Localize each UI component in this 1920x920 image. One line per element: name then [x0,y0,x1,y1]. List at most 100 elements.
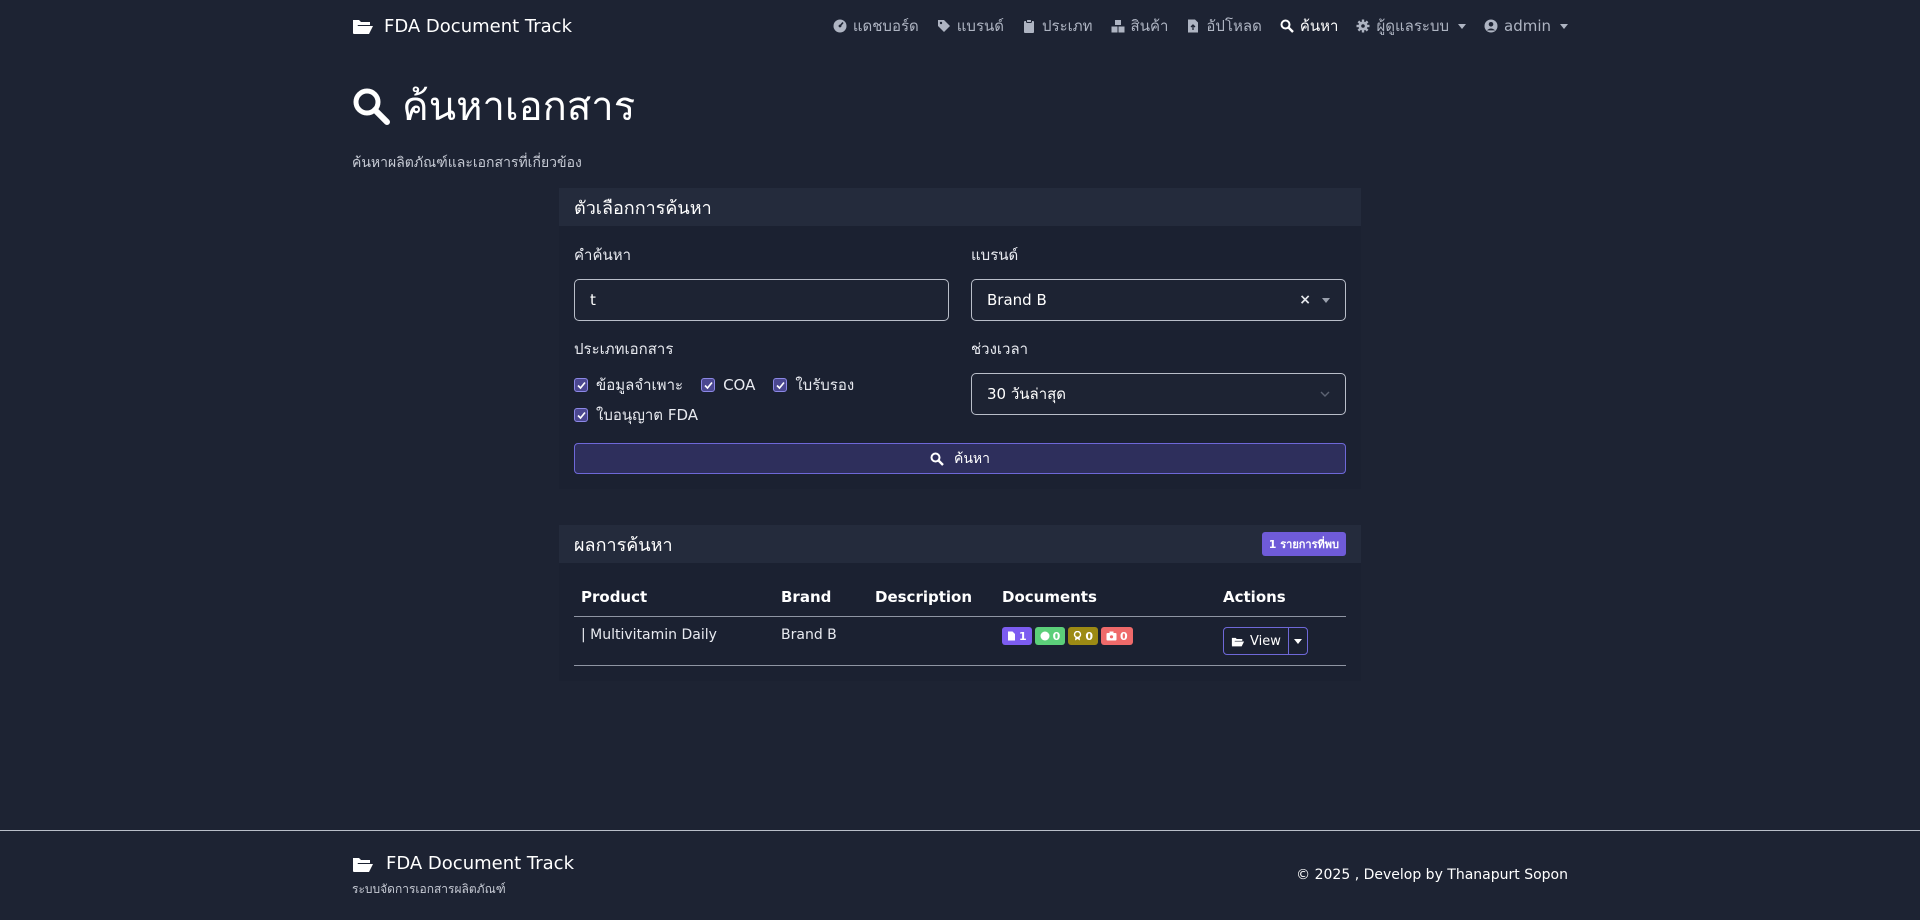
brand-label: แบรนด์ [971,246,1019,264]
chevron-down-icon [1322,297,1330,303]
table-header-row: Product Brand Description Documents Acti… [574,578,1346,617]
nav-item-label: ผู้ดูแลระบบ [1376,17,1449,35]
checkbox-checked[interactable] [574,378,588,392]
id-card-icon [1106,631,1117,641]
brand-select[interactable]: Brand B × [971,279,1346,321]
chevron-down-icon [1458,23,1466,29]
checkbox-label: ข้อมูลจำเพาะ [596,376,684,394]
folder-open-icon [1231,637,1245,646]
check-icon [576,381,586,389]
doctype-label: ประเภทเอกสาร [574,340,674,358]
nav-item-label: ประเภท [1042,17,1093,35]
results-count-badge: 1 รายการที่พบ [1261,532,1346,556]
checkbox-checked[interactable] [701,378,716,392]
doc-count-coa-badge: 0 [1034,627,1066,645]
product-cell: | Multivitamin Daily [574,616,774,666]
chevron-down-icon [1320,391,1330,397]
view-button-label: View [1250,633,1281,649]
results-card: ผลการค้นหา 1 รายการที่พบ Product Brand D… [559,525,1361,681]
user-circle-icon [1484,19,1498,33]
footer-copyright: © 2025 , Develop by Thanapurt Sopon [1296,867,1568,883]
nav-links: แดชบอร์ด แบรนด์ ประเภท สินค้า อัปโหลด ค้… [833,14,1568,38]
keyword-input[interactable]: t [574,279,949,321]
folder-open-icon [353,857,373,872]
nav-item-dashboard[interactable]: แดชบอร์ด [833,14,919,38]
column-header: Description [868,578,995,617]
doc-count-certificate-badge: 0 [1068,627,1098,645]
nav-item-label: อัปโหลด [1206,17,1262,35]
nav-item-search[interactable]: ค้นหา [1280,14,1339,38]
nav-item-brands[interactable]: แบรนด์ [937,14,1004,38]
file-upload-icon [1188,19,1199,33]
circle-icon [1040,631,1050,641]
check-icon [703,381,713,389]
doctype-coa-checkbox[interactable]: COA [701,373,755,397]
nav-item-label: admin [1504,17,1551,35]
footer-brand: FDA Document Track [352,853,574,874]
results-body: Product Brand Description Documents Acti… [559,563,1361,681]
page-header: ค้นหาเอกสาร ค้นหาผลิตภัณฑ์และเอกสารที่เก… [352,74,1568,174]
column-header: Product [574,578,774,617]
boxes-icon [1111,20,1125,33]
gear-icon [1356,19,1370,33]
checkbox-checked[interactable] [773,378,788,392]
doctype-checkboxes: ข้อมูลจำเพาะ COA ใบรับรอง ใบอนุญาต FDA [574,373,874,427]
brand-cell: Brand B [774,616,868,666]
doc-count-fda-badge: 0 [1100,627,1133,645]
checkbox-checked[interactable] [574,408,588,422]
view-button[interactable]: View [1224,628,1289,654]
search-button[interactable]: ค้นหา [574,443,1346,474]
doc-count: 0 [1119,629,1128,643]
tags-icon [937,20,950,32]
footer-brand-label: FDA Document Track [386,853,575,874]
card-title: ผลการค้นหา [574,534,673,556]
chevron-down-icon [1293,638,1302,644]
description-cell [868,616,995,666]
search-button-label: ค้นหา [953,450,991,467]
card-title: ตัวเลือกการค้นหา [574,197,712,219]
keyword-value: t [590,291,596,309]
nav-item-label: สินค้า [1130,17,1169,35]
page-title-text: ค้นหาเอกสาร [402,84,636,130]
doctype-fda-license-checkbox[interactable]: ใบอนุญาต FDA [574,403,698,427]
view-button-group: View [1223,627,1308,655]
column-header: Actions [1216,578,1346,617]
navbar-brand[interactable]: FDA Document Track [352,16,572,37]
nav-item-types[interactable]: ประเภท [1022,14,1093,38]
column-header: Documents [995,578,1216,617]
brand-value: Brand B [987,291,1047,309]
documents-cell: 1 0 0 0 [995,616,1216,666]
clear-icon[interactable]: × [1299,292,1311,308]
results-header: ผลการค้นหา 1 รายการที่พบ [559,525,1361,563]
nav-item-products[interactable]: สินค้า [1111,14,1169,38]
results-table: Product Brand Description Documents Acti… [574,578,1346,666]
footer: FDA Document Track ระบบจัดการเอกสารผลิตภ… [0,830,1920,920]
checkbox-label: ใบรับรอง [795,376,855,394]
nav-item-user-menu[interactable]: admin [1484,17,1568,35]
page-subtitle: ค้นหาผลิตภัณฑ์และเอกสารที่เกี่ยวข้อง [352,155,582,171]
navbar: FDA Document Track แดชบอร์ด แบรนด์ ประเภ… [352,0,1568,52]
doctype-certificate-checkbox[interactable]: ใบรับรอง [773,373,854,397]
award-icon [1074,631,1082,641]
doc-count-spec-badge: 1 [1002,627,1032,645]
navbar-brand-label: FDA Document Track [384,15,573,37]
period-select[interactable]: 30 วันล่าสุด [971,373,1346,415]
doc-count: 1 [1019,629,1027,643]
period-label: ช่วงเวลา [971,340,1029,358]
page-title: ค้นหาเอกสาร [352,74,1568,138]
search-options-header: ตัวเลือกการค้นหา [559,188,1361,226]
column-header: Brand [774,578,868,617]
nav-item-label: ค้นหา [1299,17,1339,35]
nav-item-upload[interactable]: อัปโหลด [1186,14,1262,38]
nav-item-admin-menu[interactable]: ผู้ดูแลระบบ [1356,14,1466,38]
check-icon [576,411,586,419]
table-row: | Multivitamin Daily Brand B 1 0 0 0 Vie… [574,616,1346,666]
dashboard-icon [833,19,847,33]
doctype-spec-checkbox[interactable]: ข้อมูลจำเพาะ [574,373,683,397]
actions-cell: View [1216,616,1346,666]
keyword-label: คำค้นหา [574,246,632,264]
view-dropdown-toggle[interactable] [1289,628,1307,654]
clipboard-icon [1024,19,1034,33]
checkbox-label: COA [723,376,756,394]
nav-item-label: แดชบอร์ด [852,17,919,35]
